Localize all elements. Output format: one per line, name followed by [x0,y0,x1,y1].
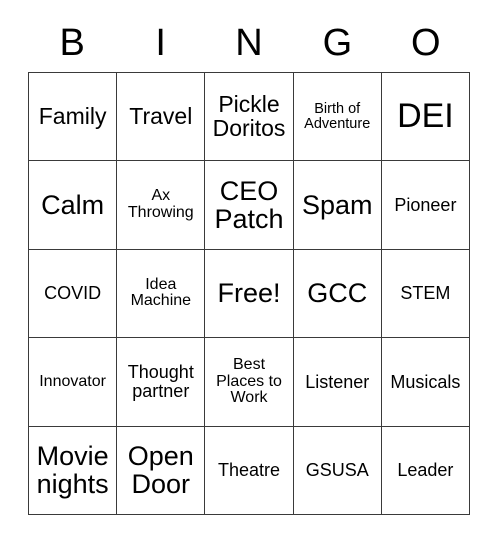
bingo-cell-label: Innovator [39,372,106,390]
bingo-cell-label: DEI [397,97,454,136]
bingo-cell-b3[interactable]: COVID [29,249,118,339]
bingo-cell-label: Spam [301,190,373,221]
bingo-cell-label: GCC [307,278,368,309]
bingo-cell-label: CEO Patch [214,176,284,235]
bingo-cell-g1[interactable]: Birth of Adventure [293,73,382,162]
bingo-cell-label: Calm [41,190,105,221]
bingo-card: B I N G O Family Travel Pickle Doritos B… [28,14,471,515]
bingo-grid: Family Travel Pickle Doritos Birth of Ad… [28,72,471,515]
bingo-row-1: Family Travel Pickle Doritos Birth of Ad… [29,73,471,162]
bingo-cell-o1[interactable]: DEI [381,73,471,162]
bingo-cell-label: Leader [397,459,454,480]
bingo-cell-label: Best Places to Work [216,355,282,407]
bingo-cell-o5[interactable]: Leader [381,426,471,515]
bingo-cell-g4[interactable]: Listener [293,338,382,427]
bingo-cell-label: Free! [217,278,281,309]
bingo-cell-label: Thought partner [127,362,194,401]
bingo-cell-g5[interactable]: GSUSA [293,426,382,515]
bingo-cell-g3[interactable]: GCC [293,249,382,339]
bingo-cell-label: Pickle Doritos [212,90,286,141]
bingo-cell-b4[interactable]: Innovator [29,338,118,427]
bingo-header-letter-i: I [155,22,166,64]
bingo-cell-i3[interactable]: Idea Machine [117,249,206,339]
bingo-cell-label: Movie nights [36,441,109,500]
bingo-cell-label: STEM [400,283,451,304]
bingo-cell-n2[interactable]: CEO Patch [205,161,294,250]
bingo-row-2: Calm Ax Throwing CEO Patch Spam Pioneer [29,161,471,250]
bingo-row-3: COVID Idea Machine Free! GCC STEM [29,249,471,339]
bingo-cell-o3[interactable]: STEM [381,249,471,339]
bingo-header-letter-g: G [322,22,353,64]
bingo-cell-free[interactable]: Free! [205,249,294,339]
bingo-cell-g2[interactable]: Spam [293,161,382,250]
bingo-row-4: Innovator Thought partner Best Places to… [29,338,471,427]
bingo-cell-label: Family [38,102,107,129]
bingo-header-letter-o: O [411,22,441,64]
bingo-cell-b1[interactable]: Family [29,73,118,162]
bingo-cell-label: Open Door [127,441,194,500]
bingo-cell-label: Pioneer [394,194,457,215]
bingo-cell-i1[interactable]: Travel [117,73,206,162]
bingo-cell-o2[interactable]: Pioneer [381,161,471,250]
bingo-row-5: Movie nights Open Door Theatre GSUSA Lea… [29,426,471,515]
bingo-header-letter-b: B [59,22,85,64]
bingo-cell-label: Idea Machine [130,275,192,310]
bingo-cell-label: Birth of Adventure [304,100,371,132]
bingo-cell-label: Travel [129,102,193,129]
bingo-header-letter-n: N [235,22,263,64]
bingo-cell-i2[interactable]: Ax Throwing [117,161,206,250]
bingo-cell-i5[interactable]: Open Door [117,426,206,515]
bingo-cell-label: Musicals [390,371,461,392]
bingo-cell-b2[interactable]: Calm [29,161,118,250]
bingo-cell-label: Ax Throwing [127,187,194,222]
bingo-cell-label: COVID [44,283,102,304]
bingo-cell-n4[interactable]: Best Places to Work [205,338,294,427]
bingo-cell-n1[interactable]: Pickle Doritos [205,73,294,162]
bingo-cell-label: GSUSA [305,459,369,480]
bingo-cell-b5[interactable]: Movie nights [29,426,118,515]
bingo-cell-i4[interactable]: Thought partner [117,338,206,427]
bingo-cell-o4[interactable]: Musicals [381,338,471,427]
bingo-header-row: B I N G O [28,14,470,72]
bingo-cell-n5[interactable]: Theatre [205,426,294,515]
bingo-cell-label: Listener [305,371,370,392]
bingo-cell-label: Theatre [217,459,281,480]
